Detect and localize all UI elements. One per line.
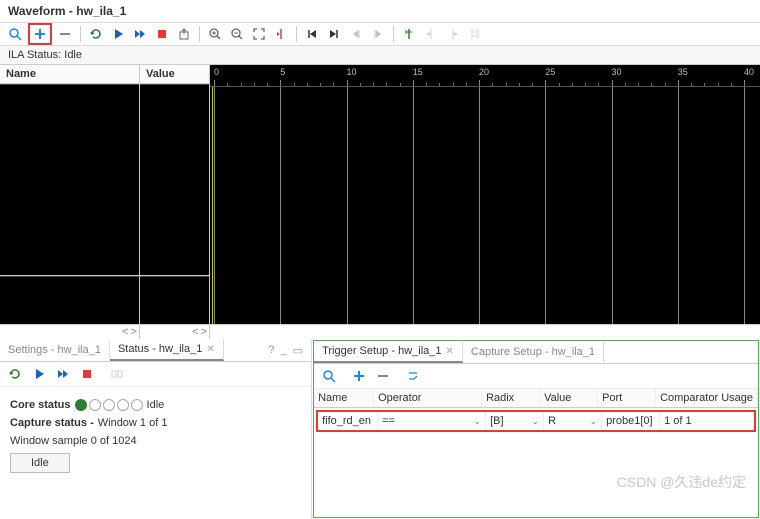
main-toolbar bbox=[0, 22, 760, 46]
name-header[interactable]: Name bbox=[0, 65, 139, 84]
col-operator[interactable]: Operator bbox=[374, 389, 482, 407]
cell-operator[interactable]: ==⌄ bbox=[378, 412, 486, 430]
col-radix[interactable]: Radix bbox=[482, 389, 540, 407]
cursor-line[interactable] bbox=[212, 87, 213, 324]
refresh-icon[interactable] bbox=[87, 25, 105, 43]
tab-capture-setup[interactable]: Capture Setup - hw_ila_1 bbox=[463, 342, 604, 362]
fast-forward-icon[interactable] bbox=[131, 25, 149, 43]
name-list-lower bbox=[0, 276, 139, 324]
value-list bbox=[140, 84, 209, 275]
add-icon[interactable] bbox=[31, 25, 49, 43]
cell-value[interactable]: R⌄ bbox=[544, 412, 602, 430]
scroll-row: <> <> bbox=[0, 325, 760, 339]
cell-radix[interactable]: [B]⌄ bbox=[486, 412, 544, 430]
capture-status-label: Capture status - bbox=[10, 417, 94, 429]
add-icon[interactable] bbox=[350, 367, 368, 385]
cell-comparator: 1 of 1 bbox=[660, 412, 754, 430]
goto-cursor-icon[interactable] bbox=[272, 25, 290, 43]
trigger-table-header: Name Operator Radix Value Port Comparato… bbox=[314, 389, 758, 408]
close-icon[interactable]: ✕ bbox=[446, 346, 454, 357]
prev-edge-icon[interactable] bbox=[347, 25, 365, 43]
col-value[interactable]: Value bbox=[540, 389, 598, 407]
chevron-down-icon[interactable]: ⌄ bbox=[532, 416, 540, 427]
core-status-value: Idle bbox=[147, 399, 165, 411]
remove-icon[interactable] bbox=[374, 367, 392, 385]
play-icon[interactable] bbox=[30, 365, 48, 383]
status-dots bbox=[75, 399, 143, 411]
cell-port: probe1[0] bbox=[602, 412, 660, 430]
name-list[interactable] bbox=[0, 84, 139, 275]
chevron-down-icon[interactable]: ⌄ bbox=[590, 416, 598, 427]
play-icon[interactable] bbox=[109, 25, 127, 43]
col-name[interactable]: Name bbox=[314, 389, 374, 407]
trigger-mode-icon[interactable] bbox=[404, 367, 422, 385]
waveform-canvas[interactable]: 0510152025303540 bbox=[210, 65, 760, 324]
scroll-left-icon[interactable]: < bbox=[192, 326, 198, 338]
next-marker-icon[interactable] bbox=[444, 25, 462, 43]
value-header[interactable]: Value bbox=[140, 65, 209, 84]
close-icon[interactable]: ✕ bbox=[206, 344, 214, 355]
scroll-right-icon[interactable]: > bbox=[131, 326, 137, 338]
zoom-out-icon[interactable] bbox=[228, 25, 246, 43]
ila-status: ILA Status: Idle bbox=[0, 46, 760, 65]
search-icon[interactable] bbox=[6, 25, 24, 43]
prev-marker-icon[interactable] bbox=[422, 25, 440, 43]
col-port[interactable]: Port bbox=[598, 389, 656, 407]
help-icon[interactable]: ? bbox=[268, 344, 274, 357]
tab-settings[interactable]: Settings - hw_ila_1 bbox=[0, 340, 110, 360]
refresh-icon[interactable] bbox=[6, 365, 24, 383]
add-button-highlight bbox=[28, 23, 52, 45]
zoom-in-icon[interactable] bbox=[206, 25, 224, 43]
status-panel: Settings - hw_ila_1 Status - hw_ila_1✕ ?… bbox=[0, 339, 312, 519]
zoom-fit-icon[interactable] bbox=[250, 25, 268, 43]
stop-icon[interactable] bbox=[153, 25, 171, 43]
trigger-panel: Trigger Setup - hw_ila_1✕ Capture Setup … bbox=[313, 340, 759, 518]
next-edge-icon[interactable] bbox=[369, 25, 387, 43]
window-sample: Window sample 0 of 1024 bbox=[10, 435, 301, 447]
tab-status[interactable]: Status - hw_ila_1✕ bbox=[110, 339, 224, 361]
window-title: Waveform - hw_ila_1 bbox=[0, 0, 760, 22]
swap-markers-icon[interactable] bbox=[466, 25, 484, 43]
col-comparator[interactable]: Comparator Usage bbox=[656, 389, 758, 407]
core-status-label: Core status bbox=[10, 399, 71, 411]
link-icon[interactable] bbox=[108, 365, 126, 383]
fast-forward-icon[interactable] bbox=[54, 365, 72, 383]
waveform-area: Name Value 0510152025303540 bbox=[0, 65, 760, 325]
trigger-row[interactable]: fifo_rd_en ==⌄ [B]⌄ R⌄ probe1[0] 1 of 1 bbox=[316, 410, 756, 432]
value-list-lower bbox=[140, 276, 209, 324]
scroll-left-icon[interactable]: < bbox=[122, 326, 128, 338]
goto-end-icon[interactable] bbox=[325, 25, 343, 43]
minimize-icon[interactable]: _ bbox=[281, 344, 287, 357]
tab-trigger-setup[interactable]: Trigger Setup - hw_ila_1✕ bbox=[314, 341, 463, 363]
value-column: Value bbox=[140, 65, 210, 324]
add-marker-icon[interactable] bbox=[400, 25, 418, 43]
cell-name: fifo_rd_en bbox=[318, 412, 378, 430]
scroll-right-icon[interactable]: > bbox=[201, 326, 207, 338]
panel-menu-icon[interactable]: ▭ bbox=[293, 344, 303, 357]
remove-icon[interactable] bbox=[56, 25, 74, 43]
chevron-down-icon[interactable]: ⌄ bbox=[474, 416, 482, 427]
export-icon[interactable] bbox=[175, 25, 193, 43]
time-ruler[interactable]: 0510152025303540 bbox=[210, 65, 760, 87]
idle-button[interactable]: Idle bbox=[10, 453, 70, 473]
capture-status-value: Window 1 of 1 bbox=[98, 417, 168, 429]
stop-icon[interactable] bbox=[78, 365, 96, 383]
search-icon[interactable] bbox=[320, 367, 338, 385]
name-column: Name bbox=[0, 65, 140, 324]
goto-start-icon[interactable] bbox=[303, 25, 321, 43]
